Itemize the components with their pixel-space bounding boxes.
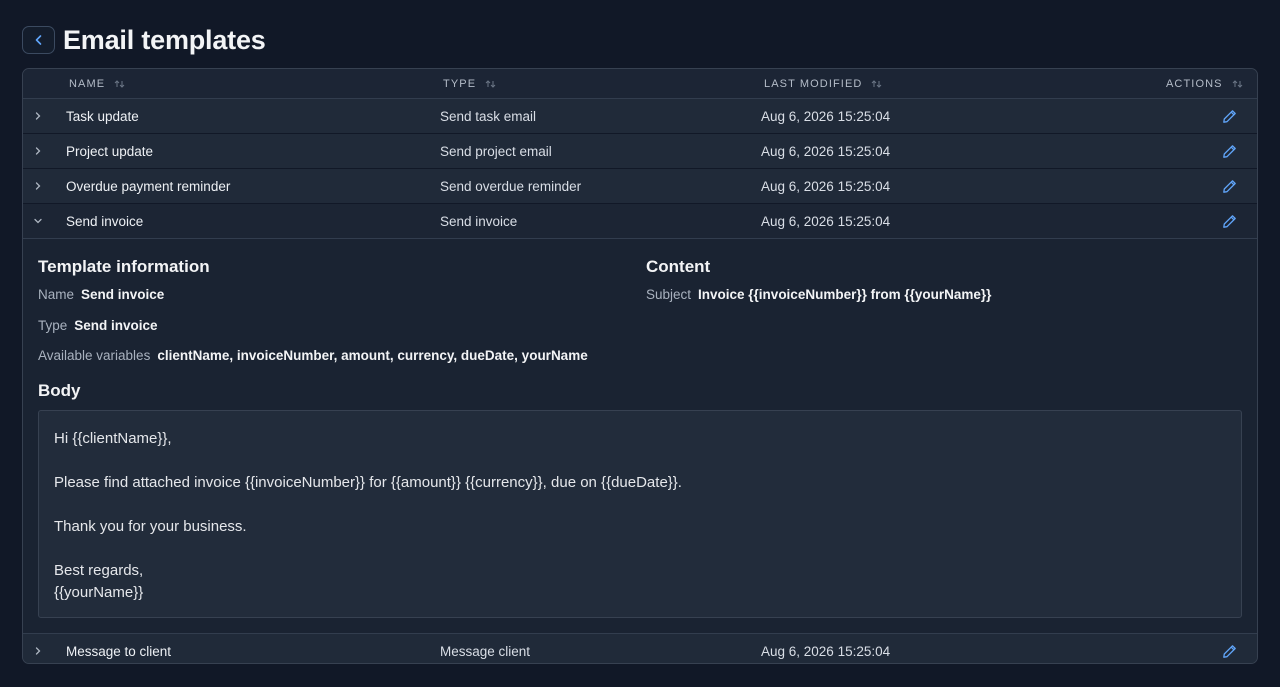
last-modified: Aug 6, 2026 15:25:04 <box>761 213 891 229</box>
table-row[interactable]: Project update Send project email Aug 6,… <box>23 134 1257 169</box>
column-label: NAME <box>69 77 106 90</box>
chevron-right-icon[interactable] <box>32 634 44 663</box>
table-row[interactable]: Task update Send task email Aug 6, 2026 … <box>23 99 1257 134</box>
pencil-icon[interactable] <box>1220 634 1238 663</box>
body-line: Best regards, <box>54 562 144 579</box>
detail-label: Available variables <box>38 348 151 363</box>
detail-label: Subject <box>646 287 692 302</box>
detail-value: Send invoice <box>74 318 158 333</box>
table-row-expanded[interactable]: Send invoice Send invoice Aug 6, 2026 15… <box>23 204 1257 239</box>
body-line: {{yourName}} <box>54 584 144 601</box>
template-name: Overdue payment reminder <box>66 178 231 194</box>
page-header: Email templates <box>22 24 266 56</box>
body-line: Please find attached invoice {{invoiceNu… <box>54 474 682 491</box>
table-row[interactable]: Message to client Message client Aug 6, … <box>23 634 1257 663</box>
template-type: Send project email <box>440 143 552 159</box>
last-modified: Aug 6, 2026 15:25:04 <box>761 108 891 124</box>
sort-icon <box>871 79 882 89</box>
detail-value: Send invoice <box>81 287 165 302</box>
last-modified: Aug 6, 2026 15:25:04 <box>761 178 891 194</box>
body-title: Body <box>38 381 81 400</box>
body-line: Thank you for your business. <box>54 518 247 535</box>
detail-value: Invoice {{invoiceNumber}} from {{yourNam… <box>698 287 992 302</box>
column-header-name[interactable]: NAME <box>69 69 125 98</box>
page-title: Email templates <box>63 24 266 55</box>
detail-subject: Subject Invoice {{invoiceNumber}} from {… <box>646 287 991 302</box>
pencil-icon[interactable] <box>1220 169 1238 203</box>
content-title: Content <box>646 257 711 276</box>
templates-table: NAME TYPE LAST MODIFIED ACTIONS Task upd… <box>22 68 1258 664</box>
last-modified: Aug 6, 2026 15:25:04 <box>761 143 891 159</box>
chevron-right-icon[interactable] <box>32 99 44 133</box>
column-label: LAST MODIFIED <box>764 77 863 90</box>
template-info-title: Template information <box>38 257 210 276</box>
detail-label: Type <box>38 318 68 333</box>
email-body-preview: Hi {{clientName}}, Please find attached … <box>38 410 1242 618</box>
last-modified: Aug 6, 2026 15:25:04 <box>761 643 891 659</box>
chevron-left-icon <box>35 35 41 45</box>
back-button[interactable] <box>22 26 55 54</box>
sort-icon <box>1232 79 1243 89</box>
template-name: Message to client <box>66 643 172 659</box>
pencil-icon[interactable] <box>1220 134 1238 168</box>
sort-icon <box>485 79 496 89</box>
column-header-actions[interactable]: ACTIONS <box>1166 69 1243 98</box>
chevron-right-icon[interactable] <box>32 169 44 203</box>
pencil-icon[interactable] <box>1220 204 1238 238</box>
chevron-right-icon[interactable] <box>32 134 44 168</box>
template-name: Project update <box>66 143 154 159</box>
sort-icon <box>114 79 125 89</box>
template-detail-panel: Template information Name Send invoice T… <box>23 239 1257 634</box>
column-header-last-modified[interactable]: LAST MODIFIED <box>764 69 882 98</box>
body-line: Hi {{clientName}}, <box>54 430 172 447</box>
template-type: Message client <box>440 643 531 659</box>
template-name: Task update <box>66 108 139 124</box>
detail-value: clientName, invoiceNumber, amount, curre… <box>157 348 588 363</box>
template-type: Send overdue reminder <box>440 178 582 194</box>
detail-name: Name Send invoice <box>38 287 164 302</box>
template-name: Send invoice <box>66 213 144 229</box>
column-label: TYPE <box>443 77 477 90</box>
table-row[interactable]: Overdue payment reminder Send overdue re… <box>23 169 1257 204</box>
chevron-down-icon[interactable] <box>32 204 44 238</box>
template-type: Send task email <box>440 108 537 124</box>
detail-label: Name <box>38 287 75 302</box>
column-label: ACTIONS <box>1166 77 1223 90</box>
detail-variables: Available variables clientName, invoiceN… <box>38 348 588 363</box>
column-header-type[interactable]: TYPE <box>443 69 496 98</box>
table-header: NAME TYPE LAST MODIFIED ACTIONS <box>23 69 1257 99</box>
pencil-icon[interactable] <box>1220 99 1238 133</box>
detail-type: Type Send invoice <box>38 318 158 333</box>
template-type: Send invoice <box>440 213 518 229</box>
